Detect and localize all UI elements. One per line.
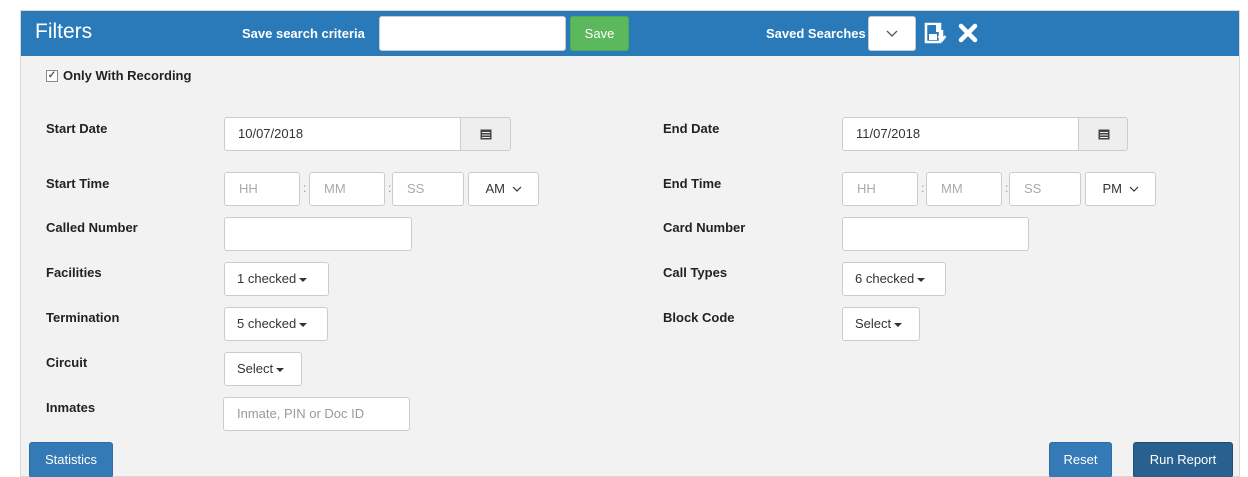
save-criteria-input[interactable]: [379, 16, 566, 51]
circuit-value: Select: [237, 361, 274, 376]
time-separator: :: [303, 181, 307, 195]
calendar-icon: [1098, 129, 1110, 140]
close-icon[interactable]: [956, 21, 980, 45]
called-number-input[interactable]: [224, 217, 412, 251]
end-time-label: End Time: [663, 176, 722, 191]
card-number-label: Card Number: [663, 220, 746, 235]
start-time-label: Start Time: [46, 176, 110, 191]
end-date-calendar-button[interactable]: [1078, 117, 1128, 151]
end-time-second-input[interactable]: SS: [1009, 172, 1081, 206]
end-date-input[interactable]: 11/07/2018: [842, 117, 1079, 151]
end-time-ampm-select[interactable]: PM: [1085, 172, 1156, 206]
called-number-label: Called Number: [46, 220, 138, 235]
call-types-label: Call Types: [663, 265, 728, 280]
start-date-calendar-button[interactable]: [460, 117, 511, 151]
inmates-search-input[interactable]: Inmate, PIN or Doc ID: [223, 397, 410, 431]
only-with-recording-checkbox[interactable]: ✓ Only With Recording: [46, 68, 191, 83]
end-date-label: End Date: [663, 121, 720, 136]
end-time-minute-input[interactable]: MM: [926, 172, 1002, 206]
inmates-label: Inmates: [46, 400, 96, 415]
block-code-value: Select: [855, 316, 892, 331]
call-types-dropdown[interactable]: 6 checked: [842, 262, 946, 296]
time-separator: :: [1005, 181, 1009, 195]
calendar-icon: [480, 129, 492, 140]
statistics-button[interactable]: Statistics: [29, 442, 113, 477]
filters-panel: Filters Save search criteria Save Saved …: [20, 10, 1240, 477]
facilities-value: 1 checked: [237, 271, 297, 286]
saved-searches-label: Saved Searches: [766, 26, 866, 41]
start-time-minute-input[interactable]: MM: [309, 172, 385, 206]
save-download-icon[interactable]: [923, 21, 947, 45]
start-date-label: Start Date: [46, 121, 108, 136]
block-code-dropdown[interactable]: Select: [842, 307, 920, 341]
caret-down-icon: [276, 367, 285, 372]
run-report-button[interactable]: Run Report: [1133, 442, 1233, 477]
checkbox-check-icon[interactable]: ✓: [46, 69, 58, 82]
start-time-ampm-value: AM: [485, 181, 505, 196]
caret-down-icon: [299, 277, 308, 282]
chevron-down-icon: [886, 30, 898, 37]
caret-down-icon: [894, 322, 903, 327]
call-types-value: 6 checked: [855, 271, 915, 286]
time-separator: :: [388, 181, 392, 195]
chevron-down-icon: [1129, 186, 1138, 192]
chevron-down-icon: [512, 186, 521, 192]
caret-down-icon: [299, 322, 308, 327]
termination-label: Termination: [46, 310, 120, 325]
end-time-ampm-value: PM: [1102, 181, 1122, 196]
block-code-label: Block Code: [663, 310, 735, 325]
circuit-label: Circuit: [46, 355, 88, 370]
start-time-hour-input[interactable]: HH: [224, 172, 300, 206]
termination-dropdown[interactable]: 5 checked: [224, 307, 328, 341]
facilities-label: Facilities: [46, 265, 102, 280]
circuit-dropdown[interactable]: Select: [224, 352, 302, 386]
only-with-recording-label: Only With Recording: [63, 68, 192, 83]
end-time-hour-input[interactable]: HH: [842, 172, 918, 206]
time-separator: :: [921, 181, 925, 195]
card-number-input[interactable]: [842, 217, 1029, 251]
saved-searches-select[interactable]: [868, 16, 916, 51]
save-criteria-label: Save search criteria: [242, 26, 365, 41]
reset-button[interactable]: Reset: [1049, 442, 1112, 477]
facilities-dropdown[interactable]: 1 checked: [224, 262, 329, 296]
caret-down-icon: [917, 277, 926, 282]
start-time-ampm-select[interactable]: AM: [468, 172, 539, 206]
start-time-second-input[interactable]: SS: [392, 172, 464, 206]
start-date-input[interactable]: 10/07/2018: [224, 117, 461, 151]
panel-title: Filters: [35, 20, 93, 43]
filters-header: Filters Save search criteria Save Saved …: [21, 11, 1239, 56]
termination-value: 5 checked: [237, 316, 297, 331]
save-button[interactable]: Save: [570, 16, 629, 51]
